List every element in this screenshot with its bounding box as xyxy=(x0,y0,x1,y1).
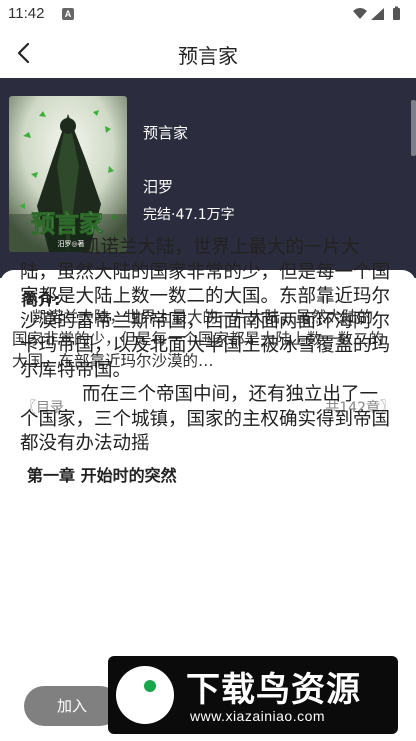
chapter-title: 第一章 开始时的突然 xyxy=(27,466,177,485)
chevron-left-icon xyxy=(17,42,30,64)
logo-dot xyxy=(144,680,156,692)
battery-icon xyxy=(393,6,400,20)
page-title: 预言家 xyxy=(178,44,238,68)
chapter-body: 凯诺兰大陆，世界上最大的一片大陆，虽然大陆的国家非常的少，但是每一个国家都是大陆… xyxy=(20,236,396,457)
scrollbar[interactable] xyxy=(411,100,416,156)
signal-icon xyxy=(371,8,384,20)
book-cover[interactable]: 预言家 汨罗◎著 xyxy=(9,96,127,252)
chapter-paragraph: 凯诺兰大陆，世界上最大的一片大陆，虽然大陆的国家非常的少，但是每一个国家都是大陆… xyxy=(20,237,391,381)
book-meta: 完结·47.1万字 xyxy=(143,207,235,223)
watermark-banner: 下载鸟资源 www.xiazainiao.com xyxy=(108,656,398,734)
status-time: 11:42 xyxy=(8,5,45,22)
watermark-name: 下载鸟资源 xyxy=(186,670,361,710)
chapter-paragraph: 而在三个帝国中间，还有独立出了一个国家，三个城镇，国家的主权确实得到帝国都没有办… xyxy=(20,384,391,454)
app-bar: 预言家 xyxy=(0,28,416,78)
book-title: 预言家 xyxy=(143,124,189,142)
notification-icon: A xyxy=(62,8,74,20)
back-button[interactable] xyxy=(10,39,38,67)
book-author[interactable]: 汨罗 xyxy=(143,176,173,197)
add-to-shelf-button[interactable]: 加入 xyxy=(24,686,120,726)
watermark-url: www.xiazainiao.com xyxy=(190,708,326,724)
bird-logo-icon xyxy=(116,666,174,724)
status-bar: 11:42 A xyxy=(0,0,416,28)
cover-title: 预言家 xyxy=(31,209,103,238)
wifi-icon xyxy=(353,8,367,19)
status-icons xyxy=(352,6,408,22)
